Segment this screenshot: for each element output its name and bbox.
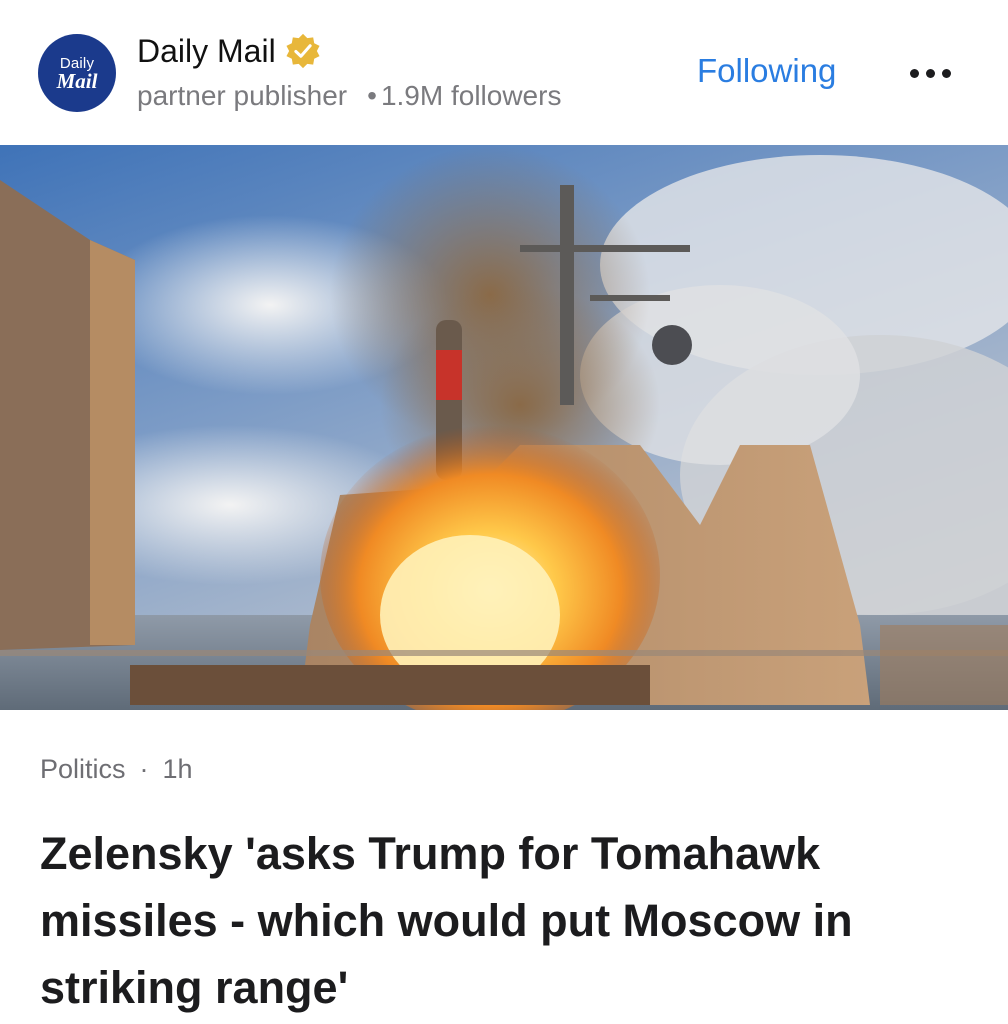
logo-line-mail: Mail [56, 68, 98, 93]
verified-badge-icon [286, 33, 320, 69]
following-button[interactable]: Following [697, 52, 836, 90]
publisher-type: partner publisher [137, 80, 348, 111]
follower-count: 1.9M followers [380, 80, 562, 111]
post-age: 1h [162, 754, 193, 784]
more-options-icon[interactable] [910, 58, 970, 88]
publisher-name-row[interactable]: Daily Mail [137, 32, 322, 70]
more-dot [942, 68, 951, 78]
publisher-meta: partner publisher • 1.9M followers [137, 80, 561, 112]
category-label[interactable]: Politics [40, 754, 126, 784]
article-image[interactable] [0, 145, 1008, 710]
missile-launch-photo [0, 145, 1008, 710]
more-dot [910, 68, 919, 78]
article-meta: Politics · 1h [40, 754, 193, 785]
more-dot [926, 68, 935, 78]
post-header: Daily Mail Daily Mail partner publisher •… [0, 0, 1008, 145]
meta-separator: • [367, 80, 377, 111]
publisher-name[interactable]: Daily Mail [137, 33, 276, 70]
article-headline[interactable]: Zelensky 'asks Trump for Tomahawk missil… [40, 820, 970, 1021]
meta-separator: · [139, 754, 149, 784]
publisher-avatar[interactable]: Daily Mail [38, 34, 116, 112]
